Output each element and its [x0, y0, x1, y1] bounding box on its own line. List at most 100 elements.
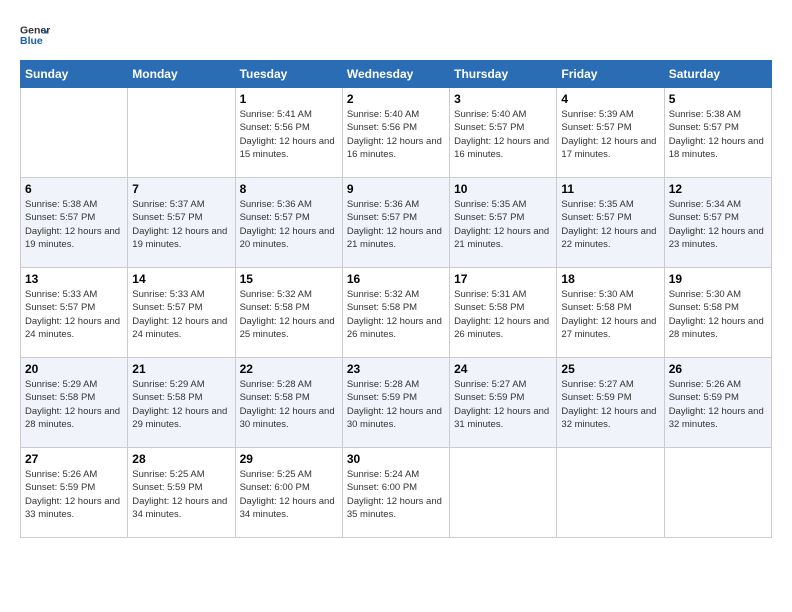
day-info: Sunrise: 5:28 AMSunset: 5:58 PMDaylight:…	[240, 378, 338, 431]
calendar-cell: 18 Sunrise: 5:30 AMSunset: 5:58 PMDayligh…	[557, 268, 664, 358]
day-number: 12	[669, 182, 767, 196]
day-info: Sunrise: 5:38 AMSunset: 5:57 PMDaylight:…	[669, 108, 767, 161]
weekday-header-sunday: Sunday	[21, 61, 128, 88]
day-number: 9	[347, 182, 445, 196]
day-info: Sunrise: 5:35 AMSunset: 5:57 PMDaylight:…	[454, 198, 552, 251]
day-number: 2	[347, 92, 445, 106]
calendar-cell: 22 Sunrise: 5:28 AMSunset: 5:58 PMDayligh…	[235, 358, 342, 448]
calendar-cell: 1Sunrise: 5:41 AMSunset: 5:56 PMDaylight…	[235, 88, 342, 178]
week-row-2: 6 Sunrise: 5:38 AMSunset: 5:57 PMDaylight…	[21, 178, 772, 268]
day-info: Sunrise: 5:31 AMSunset: 5:58 PMDaylight:…	[454, 288, 552, 341]
day-number: 20	[25, 362, 123, 376]
weekday-header-wednesday: Wednesday	[342, 61, 449, 88]
calendar-cell: 10 Sunrise: 5:35 AMSunset: 5:57 PMDayligh…	[450, 178, 557, 268]
calendar-cell: 5 Sunrise: 5:38 AMSunset: 5:57 PMDaylight…	[664, 88, 771, 178]
week-row-5: 27Sunrise: 5:26 AMSunset: 5:59 PMDayligh…	[21, 448, 772, 538]
day-info: Sunrise: 5:37 AMSunset: 5:57 PMDaylight:…	[132, 198, 230, 251]
day-number: 21	[132, 362, 230, 376]
day-info: Sunrise: 5:35 AMSunset: 5:57 PMDaylight:…	[561, 198, 659, 251]
calendar-cell: 29 Sunrise: 5:25 AMSunset: 6:00 PMDayligh…	[235, 448, 342, 538]
calendar-cell: 2 Sunrise: 5:40 AMSunset: 5:56 PMDaylight…	[342, 88, 449, 178]
calendar-cell: 6 Sunrise: 5:38 AMSunset: 5:57 PMDaylight…	[21, 178, 128, 268]
day-number: 26	[669, 362, 767, 376]
day-number: 25	[561, 362, 659, 376]
calendar-cell: 23 Sunrise: 5:28 AMSunset: 5:59 PMDayligh…	[342, 358, 449, 448]
calendar-cell: 4 Sunrise: 5:39 AMSunset: 5:57 PMDaylight…	[557, 88, 664, 178]
day-number: 16	[347, 272, 445, 286]
calendar-cell: 11 Sunrise: 5:35 AMSunset: 5:57 PMDayligh…	[557, 178, 664, 268]
day-number: 28	[132, 452, 230, 466]
day-info: Sunrise: 5:38 AMSunset: 5:57 PMDaylight:…	[25, 198, 123, 251]
calendar-cell: 8 Sunrise: 5:36 AMSunset: 5:57 PMDaylight…	[235, 178, 342, 268]
day-info: Sunrise: 5:29 AMSunset: 5:58 PMDaylight:…	[25, 378, 123, 431]
calendar-table: SundayMondayTuesdayWednesdayThursdayFrid…	[20, 60, 772, 538]
calendar-cell: 28 Sunrise: 5:25 AMSunset: 5:59 PMDayligh…	[128, 448, 235, 538]
logo: General Blue	[20, 20, 54, 50]
calendar-cell: 27Sunrise: 5:26 AMSunset: 5:59 PMDayligh…	[21, 448, 128, 538]
day-info: Sunrise: 5:36 AMSunset: 5:57 PMDaylight:…	[347, 198, 445, 251]
calendar-cell	[450, 448, 557, 538]
calendar-cell	[21, 88, 128, 178]
day-info: Sunrise: 5:32 AMSunset: 5:58 PMDaylight:…	[240, 288, 338, 341]
day-number: 15	[240, 272, 338, 286]
day-info: Sunrise: 5:34 AMSunset: 5:57 PMDaylight:…	[669, 198, 767, 251]
day-number: 3	[454, 92, 552, 106]
day-info: Sunrise: 5:30 AMSunset: 5:58 PMDaylight:…	[669, 288, 767, 341]
calendar-cell: 7 Sunrise: 5:37 AMSunset: 5:57 PMDaylight…	[128, 178, 235, 268]
day-number: 5	[669, 92, 767, 106]
day-info: Sunrise: 5:24 AMSunset: 6:00 PMDaylight:…	[347, 468, 445, 521]
day-info: Sunrise: 5:40 AMSunset: 5:56 PMDaylight:…	[347, 108, 445, 161]
calendar-cell: 15 Sunrise: 5:32 AMSunset: 5:58 PMDayligh…	[235, 268, 342, 358]
day-number: 1	[240, 92, 338, 106]
day-number: 8	[240, 182, 338, 196]
day-number: 17	[454, 272, 552, 286]
weekday-header-monday: Monday	[128, 61, 235, 88]
weekday-header-tuesday: Tuesday	[235, 61, 342, 88]
header: General Blue	[20, 20, 772, 50]
calendar-cell	[664, 448, 771, 538]
calendar-cell: 13 Sunrise: 5:33 AMSunset: 5:57 PMDayligh…	[21, 268, 128, 358]
calendar-cell: 20 Sunrise: 5:29 AMSunset: 5:58 PMDayligh…	[21, 358, 128, 448]
day-info: Sunrise: 5:29 AMSunset: 5:58 PMDaylight:…	[132, 378, 230, 431]
calendar-cell: 30 Sunrise: 5:24 AMSunset: 6:00 PMDayligh…	[342, 448, 449, 538]
calendar-cell: 16 Sunrise: 5:32 AMSunset: 5:58 PMDayligh…	[342, 268, 449, 358]
day-number: 23	[347, 362, 445, 376]
weekday-header-saturday: Saturday	[664, 61, 771, 88]
calendar-cell: 14 Sunrise: 5:33 AMSunset: 5:57 PMDayligh…	[128, 268, 235, 358]
day-info: Sunrise: 5:32 AMSunset: 5:58 PMDaylight:…	[347, 288, 445, 341]
day-number: 6	[25, 182, 123, 196]
calendar-cell: 19 Sunrise: 5:30 AMSunset: 5:58 PMDayligh…	[664, 268, 771, 358]
day-info: Sunrise: 5:36 AMSunset: 5:57 PMDaylight:…	[240, 198, 338, 251]
day-info: Sunrise: 5:27 AMSunset: 5:59 PMDaylight:…	[561, 378, 659, 431]
weekday-header-thursday: Thursday	[450, 61, 557, 88]
day-info: Sunrise: 5:25 AMSunset: 6:00 PMDaylight:…	[240, 468, 338, 521]
calendar-cell: 24Sunrise: 5:27 AMSunset: 5:59 PMDayligh…	[450, 358, 557, 448]
day-number: 10	[454, 182, 552, 196]
day-number: 29	[240, 452, 338, 466]
day-number: 11	[561, 182, 659, 196]
week-row-1: 1Sunrise: 5:41 AMSunset: 5:56 PMDaylight…	[21, 88, 772, 178]
day-number: 13	[25, 272, 123, 286]
day-info: Sunrise: 5:33 AMSunset: 5:57 PMDaylight:…	[132, 288, 230, 341]
day-info: Sunrise: 5:28 AMSunset: 5:59 PMDaylight:…	[347, 378, 445, 431]
day-info: Sunrise: 5:33 AMSunset: 5:57 PMDaylight:…	[25, 288, 123, 341]
day-number: 4	[561, 92, 659, 106]
day-number: 19	[669, 272, 767, 286]
week-row-4: 20 Sunrise: 5:29 AMSunset: 5:58 PMDayligh…	[21, 358, 772, 448]
day-info: Sunrise: 5:39 AMSunset: 5:57 PMDaylight:…	[561, 108, 659, 161]
calendar-cell: 26Sunrise: 5:26 AMSunset: 5:59 PMDayligh…	[664, 358, 771, 448]
logo-icon: General Blue	[20, 20, 50, 50]
day-info: Sunrise: 5:40 AMSunset: 5:57 PMDaylight:…	[454, 108, 552, 161]
day-number: 14	[132, 272, 230, 286]
day-number: 24	[454, 362, 552, 376]
calendar-cell: 21 Sunrise: 5:29 AMSunset: 5:58 PMDayligh…	[128, 358, 235, 448]
week-row-3: 13 Sunrise: 5:33 AMSunset: 5:57 PMDayligh…	[21, 268, 772, 358]
day-info: Sunrise: 5:25 AMSunset: 5:59 PMDaylight:…	[132, 468, 230, 521]
calendar-cell: 9 Sunrise: 5:36 AMSunset: 5:57 PMDaylight…	[342, 178, 449, 268]
weekday-header-row: SundayMondayTuesdayWednesdayThursdayFrid…	[21, 61, 772, 88]
day-number: 18	[561, 272, 659, 286]
day-number: 22	[240, 362, 338, 376]
day-number: 30	[347, 452, 445, 466]
day-info: Sunrise: 5:30 AMSunset: 5:58 PMDaylight:…	[561, 288, 659, 341]
day-number: 7	[132, 182, 230, 196]
